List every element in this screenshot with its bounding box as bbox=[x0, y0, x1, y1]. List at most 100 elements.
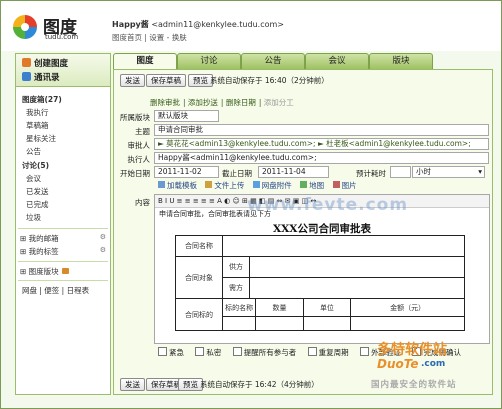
image-icon bbox=[332, 181, 340, 188]
load-template-label: 加载模板 bbox=[167, 181, 197, 190]
sidebar-group-board[interactable]: ⊞ 图度版块 bbox=[20, 266, 69, 277]
content-label: 内容 bbox=[135, 198, 150, 207]
file-upload-label: 文件上传 bbox=[214, 181, 245, 190]
end-date-input[interactable]: 2011-11-04 bbox=[258, 166, 329, 178]
delete-date-link[interactable]: 删除日期 bbox=[226, 98, 256, 107]
estimate-label: 预计耗时 bbox=[356, 169, 386, 178]
contacts-label: 通讯录 bbox=[34, 73, 60, 83]
lock-icon bbox=[61, 268, 69, 274]
sidebar-item-discuss[interactable]: 讨论(5) bbox=[22, 160, 49, 171]
create-tudu-label: 创建图度 bbox=[34, 59, 69, 69]
col-unit-header: 单位 bbox=[302, 298, 352, 317]
option-repeat[interactable]: 重复周期 bbox=[307, 347, 349, 357]
executor-field-label: 执行人 bbox=[127, 155, 151, 164]
sidebar-item-meeting[interactable]: 会议 bbox=[26, 173, 41, 184]
option-remind-all[interactable]: 提醒所有参与者 bbox=[232, 347, 296, 357]
map-label: 地图 bbox=[309, 181, 325, 190]
tab-meeting[interactable]: 会议 bbox=[305, 53, 369, 69]
send-button[interactable]: 发送 bbox=[120, 74, 145, 87]
brand-domain: tudu.com bbox=[45, 33, 79, 41]
tab-tudu[interactable]: 图度 bbox=[113, 53, 177, 70]
template-icon bbox=[158, 181, 165, 188]
image-label: 图片 bbox=[341, 181, 357, 190]
start-date-input[interactable]: 2011-11-02 bbox=[154, 166, 219, 178]
board-select[interactable]: 默认版块 bbox=[154, 110, 219, 122]
chevron-down-icon: ▾ bbox=[478, 167, 482, 176]
contract-party-label: 合同对象 bbox=[175, 256, 223, 299]
watermark-site: 多特软件站 bbox=[377, 342, 447, 358]
table-cell bbox=[350, 316, 465, 331]
board-field-label: 所属版块 bbox=[120, 113, 150, 122]
tab-discuss[interactable]: 讨论 bbox=[177, 53, 241, 69]
delete-review-link[interactable]: 删除审批 bbox=[150, 98, 180, 107]
estimate-input[interactable] bbox=[390, 166, 411, 178]
map-icon bbox=[300, 181, 308, 188]
party-a-cell bbox=[249, 256, 465, 278]
rich-text-editor[interactable]: B I U ≡ ≡ ≡ ≡ ≡ A ◐ ☺ ⊞ ▦ ◧ ▤ ⇔ ✉ ▣ ◫ ↔ … bbox=[154, 194, 490, 344]
sidebar-divider bbox=[18, 261, 108, 262]
option-urgent-label: 紧急 bbox=[169, 348, 184, 357]
autosave-status-bottom: 系统自动保存于 16:42（4分钟前） bbox=[200, 380, 319, 389]
sidebar-divider bbox=[18, 280, 108, 281]
sidebar-group-tags[interactable]: ⊞ 我的标签 bbox=[20, 246, 59, 257]
user-email: <admin11@kenkylee.tudu.com> bbox=[151, 20, 284, 29]
save-draft-button[interactable]: 保存草稿 bbox=[146, 74, 186, 87]
option-urgent[interactable]: 紧急 bbox=[158, 347, 184, 357]
sidebar-item-starred[interactable]: 星标关注 bbox=[26, 133, 56, 144]
add-subtask-link[interactable]: 添加分工 bbox=[264, 98, 294, 107]
party-b-label: 需方 bbox=[222, 277, 250, 299]
sidebar-bottom-links[interactable]: 网盘 | 便签 | 日程表 bbox=[22, 285, 89, 296]
sidebar-item-sent[interactable]: 已发送 bbox=[26, 186, 49, 197]
contract-name-label: 合同名称 bbox=[175, 235, 223, 257]
col-qty-header: 数量 bbox=[255, 298, 304, 317]
table-cell bbox=[302, 316, 352, 331]
tudu-logo-icon bbox=[13, 15, 37, 39]
col-amount-header: 金额（元） bbox=[350, 298, 465, 317]
mailbox-gear-icon[interactable]: ⚙ bbox=[100, 233, 106, 241]
sidebar-item-done[interactable]: 已完成 bbox=[26, 199, 49, 210]
file-upload-button[interactable]: 文件上传 bbox=[205, 181, 244, 190]
sidebar: 创建图度 通讯录 图度箱(27) 我执行 草稿箱 星标关注 公告 讨论(5) 会… bbox=[15, 53, 111, 395]
header-links[interactable]: 图度首页 | 设置 - 换肤 bbox=[112, 32, 187, 43]
party-a-label: 供方 bbox=[222, 256, 250, 278]
tab-notice[interactable]: 公告 bbox=[241, 53, 305, 69]
sidebar-item-notice[interactable]: 公告 bbox=[26, 146, 41, 157]
sidebar-item-drafts[interactable]: 草稿箱 bbox=[26, 120, 49, 131]
netdisk-attach-button[interactable]: 网盘附件 bbox=[252, 181, 292, 190]
reviewer-input[interactable]: ► 莫花花<admin13@kenkylee.tudu.com>; ► 杜老板<… bbox=[154, 138, 489, 150]
option-repeat-label: 重复周期 bbox=[318, 348, 349, 357]
map-button[interactable]: 地图 bbox=[300, 181, 324, 190]
load-template-button[interactable]: 加载模板 bbox=[158, 181, 197, 190]
tab-board[interactable]: 版块 bbox=[369, 53, 433, 69]
attachment-toolbar: 加载模板 文件上传 网盘附件 地图 图片 bbox=[158, 180, 363, 191]
image-button[interactable]: 图片 bbox=[332, 181, 357, 190]
contract-name-cell bbox=[222, 235, 465, 257]
paperclip-icon bbox=[205, 181, 213, 188]
create-tudu-button[interactable]: 创建图度 bbox=[22, 57, 68, 69]
user-info: Happy酱 <admin11@kenkylee.tudu.com> bbox=[112, 19, 284, 30]
add-cc-link[interactable]: 添加抄送 bbox=[188, 98, 218, 107]
option-private-label: 私密 bbox=[206, 348, 222, 357]
sidebar-item-executing[interactable]: 我执行 bbox=[26, 107, 49, 118]
col-name-header: 标的名称 bbox=[221, 298, 257, 317]
mailbox-label: 我的邮箱 bbox=[28, 234, 59, 243]
create-icon bbox=[22, 58, 31, 67]
sidebar-group-mailbox[interactable]: ⊞ 我的邮箱 bbox=[20, 233, 59, 244]
checkbox-icon bbox=[195, 347, 205, 356]
watermark-duote: DuoTe bbox=[377, 357, 419, 371]
estimate-unit-select[interactable]: 小时 ▾ bbox=[412, 166, 485, 178]
watermark-duote-tag: .com bbox=[421, 359, 446, 369]
watermark-center: www.fevte.com bbox=[247, 195, 409, 215]
sidebar-divider bbox=[18, 228, 108, 229]
subject-input[interactable]: 申请合同审批 bbox=[154, 124, 489, 136]
send-button-bottom[interactable]: 发送 bbox=[120, 378, 145, 391]
option-private[interactable]: 私密 bbox=[195, 347, 222, 357]
contacts-icon bbox=[22, 72, 31, 81]
checkbox-icon bbox=[307, 347, 317, 356]
tags-gear-icon[interactable]: ⚙ bbox=[100, 246, 106, 254]
executor-input[interactable]: Happy酱<admin11@kenkylee.tudu.com>; bbox=[154, 152, 489, 164]
contacts-button[interactable]: 通讯录 bbox=[22, 71, 60, 83]
sidebar-item-tudu-box[interactable]: 图度箱(27) bbox=[22, 94, 62, 105]
checkbox-icon bbox=[232, 347, 242, 356]
sidebar-item-trash[interactable]: 垃圾 bbox=[26, 212, 41, 223]
